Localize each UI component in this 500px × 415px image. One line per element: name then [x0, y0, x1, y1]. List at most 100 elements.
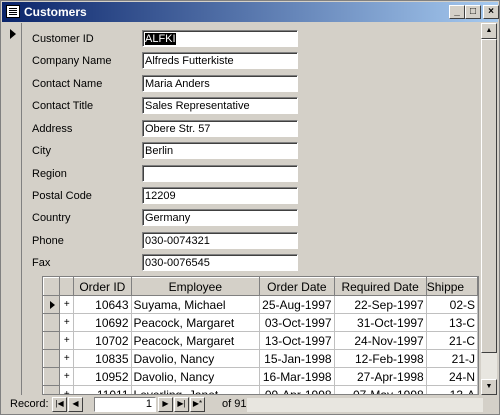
cell-employee[interactable]: Peacock, Margaret: [131, 313, 261, 332]
col-header-order-date[interactable]: Order Date: [259, 277, 335, 296]
orders-datasheet: Order ID Employee Order Date Required Da…: [43, 277, 478, 394]
col-header-required-date[interactable]: Required Date: [333, 277, 427, 296]
cell-employee[interactable]: Leverling, Janet: [131, 385, 261, 394]
cell-shipped[interactable]: 21-C: [426, 331, 478, 350]
postal-code-field[interactable]: 12209: [142, 187, 298, 204]
expand-plus-icon[interactable]: +: [59, 349, 75, 368]
cell-required-date[interactable]: 07-May-1998: [334, 385, 427, 394]
expand-plus-icon[interactable]: +: [59, 331, 75, 350]
row-selector[interactable]: [43, 295, 61, 314]
vertical-scrollbar[interactable]: ▲ ▼: [481, 23, 497, 395]
cell-order-date[interactable]: 15-Jan-1998: [259, 349, 335, 368]
cell-required-date[interactable]: 27-Apr-1998: [334, 367, 427, 386]
table-row[interactable]: + 10952 Davolio, Nancy 16-Mar-1998 27-Ap…: [43, 367, 478, 386]
company-name-field[interactable]: Alfreds Futterkiste: [142, 52, 298, 69]
region-label: Region: [32, 168, 67, 180]
cell-shipped[interactable]: 24-N: [426, 367, 478, 386]
scroll-down-arrow-icon[interactable]: ▼: [481, 379, 497, 395]
address-field[interactable]: Obere Str. 57: [142, 120, 298, 137]
title-bar[interactable]: Customers _ □ ×: [2, 2, 499, 22]
first-record-icon[interactable]: |◀: [52, 397, 67, 412]
cell-order-date[interactable]: 13-Oct-1997: [259, 331, 335, 350]
form-icon[interactable]: [6, 5, 20, 18]
row-selector[interactable]: [43, 331, 61, 350]
table-row[interactable]: + 10702 Peacock, Margaret 13-Oct-1997 24…: [43, 331, 478, 350]
table-row[interactable]: + 10835 Davolio, Nancy 15-Jan-1998 12-Fe…: [43, 349, 478, 368]
contact-name-field[interactable]: Maria Anders: [142, 75, 298, 92]
cell-order-id[interactable]: 10692: [73, 313, 132, 332]
cell-employee[interactable]: Suyama, Michael: [131, 295, 261, 314]
cell-employee[interactable]: Peacock, Margaret: [131, 331, 261, 350]
cell-required-date[interactable]: 31-Oct-1997: [334, 313, 427, 332]
last-record-icon[interactable]: ▶|: [174, 397, 189, 412]
table-row[interactable]: + 11011 Leverling, Janet 09-Apr-1998 07-…: [43, 385, 478, 394]
cell-order-id[interactable]: 10702: [73, 331, 132, 350]
cell-shipped[interactable]: 13-A: [426, 385, 478, 394]
col-header-order-id[interactable]: Order ID: [73, 277, 132, 296]
region-field[interactable]: [142, 165, 298, 182]
cell-order-id[interactable]: 10952: [73, 367, 132, 386]
col-header-employee[interactable]: Employee: [130, 277, 261, 296]
city-field[interactable]: Berlin: [142, 142, 298, 159]
expand-plus-icon[interactable]: +: [59, 313, 75, 332]
cell-employee[interactable]: Davolio, Nancy: [131, 349, 261, 368]
window-title: Customers: [24, 5, 87, 19]
cell-required-date[interactable]: 24-Nov-1997: [334, 331, 427, 350]
fax-field[interactable]: 030-0076545: [142, 254, 298, 271]
table-row[interactable]: + 10643 Suyama, Michael 25-Aug-1997 22-S…: [43, 295, 478, 314]
current-row-arrow-icon: [50, 301, 55, 309]
cell-shipped[interactable]: 13-C: [426, 313, 478, 332]
customer-id-field[interactable]: ALFKI: [142, 30, 298, 47]
minimize-button[interactable]: _: [449, 5, 465, 19]
previous-record-icon[interactable]: ◀: [68, 397, 83, 412]
record-label: Record:: [10, 398, 49, 410]
orders-subform[interactable]: Order ID Employee Order Date Required Da…: [42, 276, 479, 395]
current-record-input[interactable]: 1: [94, 397, 156, 412]
postal-code-label: Postal Code: [32, 190, 92, 202]
cell-shipped[interactable]: 21-J: [426, 349, 478, 368]
expand-plus-icon[interactable]: +: [59, 295, 75, 314]
country-field[interactable]: Germany: [142, 209, 298, 226]
cell-shipped[interactable]: 02-S: [426, 295, 478, 314]
row-selector[interactable]: [43, 313, 61, 332]
row-selector[interactable]: [43, 385, 61, 394]
next-record-icon[interactable]: ▶: [158, 397, 173, 412]
company-name-label: Company Name: [32, 55, 112, 67]
row-selector[interactable]: [43, 367, 61, 386]
phone-field[interactable]: 030-0074321: [142, 232, 298, 249]
cell-required-date[interactable]: 22-Sep-1997: [334, 295, 427, 314]
select-all-corner[interactable]: [43, 277, 61, 296]
cell-order-id[interactable]: 10835: [73, 349, 132, 368]
col-header-shipped[interactable]: Shippe: [425, 277, 478, 296]
cell-order-date[interactable]: 03-Oct-1997: [259, 313, 335, 332]
fax-label: Fax: [32, 257, 51, 269]
scroll-up-arrow-icon[interactable]: ▲: [481, 23, 497, 39]
cell-employee[interactable]: Davolio, Nancy: [131, 367, 261, 386]
of-label: of: [222, 398, 232, 410]
scroll-thumb[interactable]: [481, 39, 497, 353]
datasheet-header-row: Order ID Employee Order Date Required Da…: [43, 277, 478, 296]
contact-title-label: Contact Title: [32, 100, 94, 112]
row-selector[interactable]: [43, 349, 61, 368]
address-label: Address: [32, 123, 73, 135]
table-row[interactable]: + 10692 Peacock, Margaret 03-Oct-1997 31…: [43, 313, 478, 332]
new-record-icon[interactable]: ▶*: [190, 397, 205, 412]
expand-plus-icon[interactable]: +: [59, 385, 75, 394]
close-button[interactable]: ×: [483, 5, 499, 19]
cell-order-date[interactable]: 09-Apr-1998: [259, 385, 335, 394]
cell-order-id[interactable]: 11011: [73, 385, 132, 394]
record-selector[interactable]: [4, 23, 22, 395]
cell-required-date[interactable]: 12-Feb-1998: [334, 349, 427, 368]
contact-title-field[interactable]: Sales Representative: [142, 97, 298, 114]
maximize-button[interactable]: □: [465, 5, 481, 19]
horizontal-scrollbar[interactable]: [247, 398, 483, 412]
record-total: of 91: [222, 398, 247, 410]
record-navigation-bar: Record: |◀ ◀ 1 ▶ ▶| ▶* of 91: [4, 396, 498, 413]
expand-plus-icon[interactable]: +: [59, 367, 75, 386]
cell-order-date[interactable]: 16-Mar-1998: [259, 367, 335, 386]
cell-order-id[interactable]: 10643: [73, 295, 132, 314]
cell-order-date[interactable]: 25-Aug-1997: [259, 295, 335, 314]
city-label: City: [32, 145, 51, 157]
customer-id-value: ALFKI: [145, 33, 176, 45]
country-label: Country: [32, 212, 71, 224]
